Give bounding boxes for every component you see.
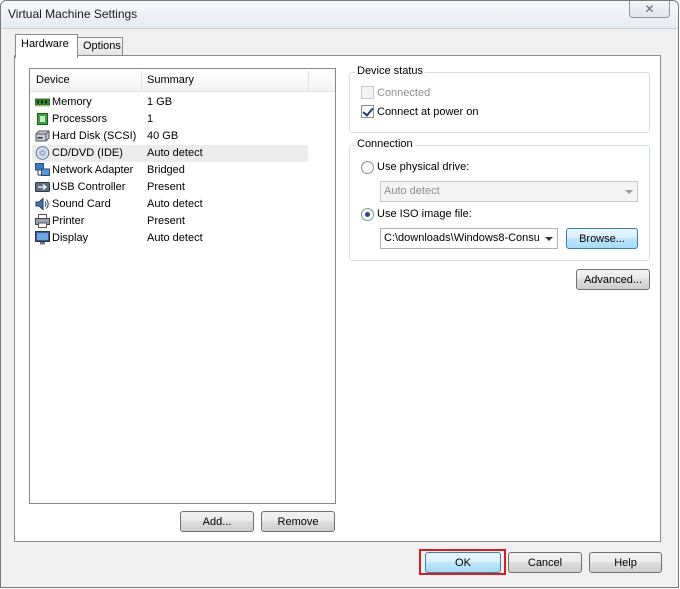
tab-options-label: Options [83,40,121,52]
cd-dvd-icon [35,146,50,160]
column-separator [141,71,142,90]
connection-title: Connection [355,138,415,150]
usb-icon [35,182,50,192]
device-name: Hard Disk (SCSI) [52,130,137,142]
tab-options[interactable]: Options [77,37,123,55]
use-iso-image-label: Use ISO image file: [377,208,472,220]
device-list[interactable]: Device Summary Memory 1 GB Processors 1 … [29,68,336,504]
hardware-panel: Device Summary Memory 1 GB Processors 1 … [14,55,661,542]
device-name: Network Adapter [52,164,134,176]
connect-at-power-on-checkbox[interactable] [361,105,374,118]
device-name: Printer [52,215,85,227]
chevron-down-icon [625,190,633,194]
remove-button[interactable]: Remove [261,511,335,532]
network-adapter-icon [35,163,50,176]
device-status-title: Device status [355,65,426,77]
ok-button[interactable]: OK [425,552,501,573]
connection-group: Connection Use physical drive: Auto dete… [349,138,650,261]
device-row-sound-card[interactable]: Sound Card Auto detect [32,196,308,213]
help-button[interactable]: Help [589,552,662,573]
device-name: Memory [52,96,92,108]
tab-hardware-label: Hardware [21,38,69,50]
device-row-network-adapter[interactable]: Network Adapter Bridged [32,162,308,179]
display-icon [35,231,50,245]
physical-drive-select[interactable]: Auto detect [380,181,638,202]
device-name: USB Controller [52,181,126,193]
device-summary: Auto detect [147,232,203,244]
use-physical-drive-radio[interactable] [361,161,374,174]
memory-icon [35,98,50,107]
device-row-processors[interactable]: Processors 1 [32,111,308,128]
connected-checkbox[interactable] [361,86,374,99]
device-name: Sound Card [52,198,111,210]
close-button[interactable]: ✕ [629,1,670,18]
device-list-header: Device Summary [30,69,335,92]
advanced-button[interactable]: Advanced... [576,269,650,290]
device-summary: 40 GB [147,130,179,142]
close-icon: ✕ [644,2,655,16]
device-row-display[interactable]: Display Auto detect [32,230,308,247]
cancel-button[interactable]: Cancel [508,552,582,573]
use-physical-drive-label: Use physical drive: [377,161,470,173]
title-bar: Virtual Machine Settings ✕ [1,1,678,29]
window-title: Virtual Machine Settings [8,7,138,21]
device-status-group: Device status Connected Connect at power… [349,65,650,133]
use-iso-image-radio[interactable] [361,208,374,221]
device-row-usb-controller[interactable]: USB Controller Present [32,179,308,196]
device-row-memory[interactable]: Memory 1 GB [32,94,308,111]
connected-label: Connected [377,87,431,99]
device-row-cd-dvd[interactable]: CD/DVD (IDE) Auto detect [32,145,308,162]
column-separator [308,71,309,90]
device-summary: 1 GB [147,96,173,108]
device-name: Display [52,232,89,244]
device-summary: Auto detect [147,147,203,159]
device-row-printer[interactable]: Printer Present [32,213,308,230]
printer-icon [35,214,50,228]
device-row-hard-disk[interactable]: Hard Disk (SCSI) 40 GB [32,128,308,145]
sound-card-icon [35,197,49,211]
hard-disk-icon [35,130,50,142]
iso-image-path-value: C:\downloads\Windows8-Consum [384,232,539,244]
device-summary: Auto detect [147,198,203,210]
column-header-device[interactable]: Device [36,74,70,86]
device-summary: Present [147,181,185,193]
add-button[interactable]: Add... [180,511,254,532]
column-header-summary[interactable]: Summary [147,74,194,86]
processor-icon [37,113,48,125]
browse-button[interactable]: Browse... [566,228,638,249]
connect-at-power-on-label: Connect at power on [377,106,479,118]
device-name: Processors [52,113,108,125]
device-name: CD/DVD (IDE) [52,147,123,159]
physical-drive-value: Auto detect [384,185,440,197]
chevron-down-icon [545,237,553,241]
tab-hardware[interactable]: Hardware [15,34,78,58]
device-summary: Bridged [147,164,185,176]
device-summary: Present [147,215,185,227]
virtual-machine-settings-window: Virtual Machine Settings ✕ Hardware Opti… [0,0,679,588]
device-summary: 1 [147,113,154,125]
iso-image-path-select[interactable]: C:\downloads\Windows8-Consum [380,228,558,249]
